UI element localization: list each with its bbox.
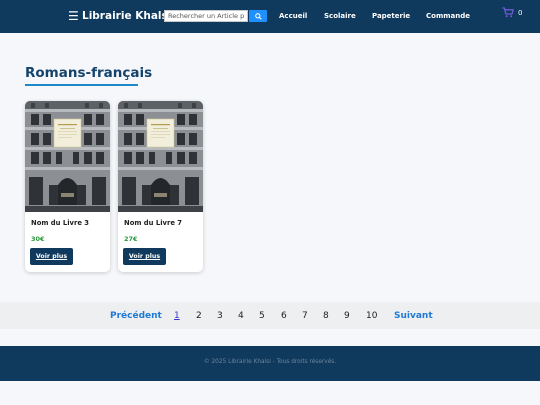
search-button[interactable] [249,10,267,22]
pagination-next[interactable]: Suivant [394,311,433,322]
pagination-page-6[interactable]: 6 [281,311,287,322]
product-image[interactable] [118,101,203,212]
pagination-page-2[interactable]: 2 [196,311,202,322]
pagination-page-4[interactable]: 4 [238,311,244,322]
pagination-page-10[interactable]: 10 [366,311,377,322]
nav-link-papeterie[interactable]: Papeterie [372,11,410,21]
product-title[interactable]: Nom du Livre 3 [31,219,89,227]
copyright-text: © 2025 Librairie Khalsi - Tous droits ré… [203,359,337,365]
cart-button[interactable]: 0 [502,7,522,18]
product-image[interactable] [25,101,110,212]
section-title: Romans-français [25,65,153,81]
pagination-previous[interactable]: Précédent [110,311,162,322]
product-price: 30€ [31,235,45,243]
title-underline [25,84,138,86]
search-icon [254,12,262,20]
pagination-page-5[interactable]: 5 [259,311,265,322]
see-more-button[interactable]: Voir plus [123,248,166,265]
product-price: 27€ [124,235,138,243]
product-title[interactable]: Nom du Livre 7 [124,219,182,227]
cart-icon [502,7,514,18]
site-footer: © 2025 Librairie Khalsi - Tous droits ré… [0,346,540,381]
pagination-page-1[interactable]: 1 [174,311,180,322]
hamburger-icon[interactable]: ☰ [68,9,79,23]
product-card: Nom du Livre 7 27€ Voir plus [118,101,203,272]
product-card: Nom du Livre 3 30€ Voir plus [25,101,110,272]
pagination-page-7[interactable]: 7 [302,311,308,322]
pagination-page-8[interactable]: 8 [323,311,329,322]
site-header: ☰ Librairie Khalsi Accueil Scolaire Pape… [0,0,540,33]
nav-link-scolaire[interactable]: Scolaire [324,11,356,21]
pagination-page-9[interactable]: 9 [344,311,350,322]
pagination: Précédent 1 2 3 4 5 6 7 8 9 10 Suivant [0,302,540,329]
cart-count: 0 [518,9,523,17]
nav-link-accueil[interactable]: Accueil [279,11,307,21]
search-input[interactable] [164,10,248,22]
see-more-button[interactable]: Voir plus [30,248,73,265]
brand-name[interactable]: Librairie Khalsi [82,9,171,23]
pagination-page-3[interactable]: 3 [217,311,223,322]
nav-link-commande[interactable]: Commande [426,11,470,21]
